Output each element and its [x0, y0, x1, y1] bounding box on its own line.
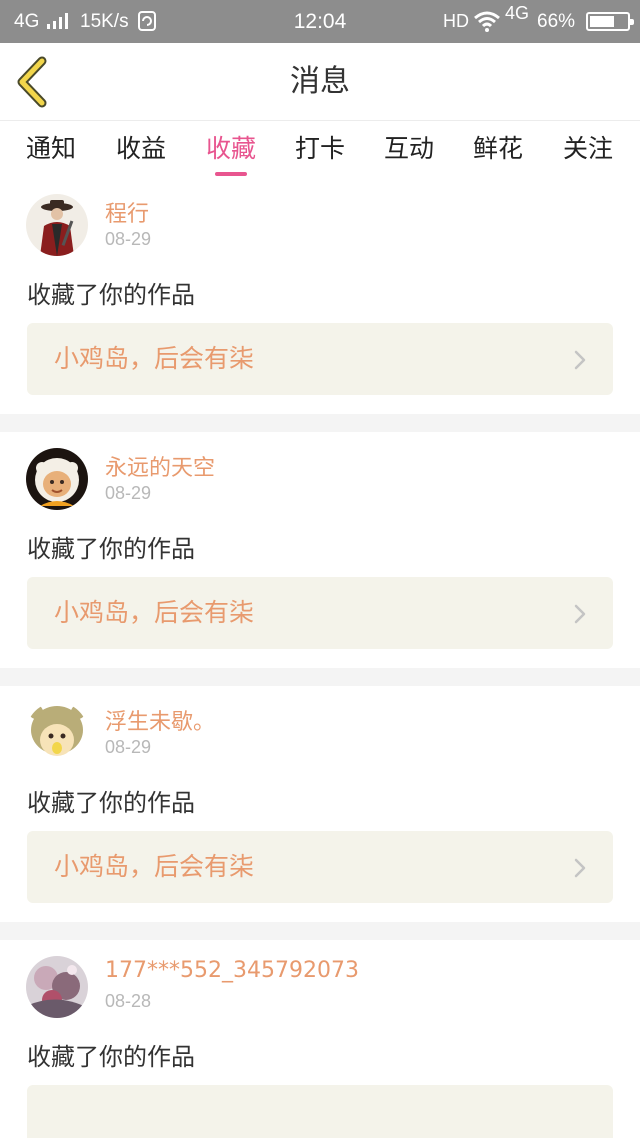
- wifi-icon: [474, 11, 500, 32]
- chevron-left-icon: [17, 56, 47, 108]
- hd-indicator: HD: [443, 11, 469, 31]
- chevron-right-icon: [574, 350, 586, 370]
- avatar[interactable]: [26, 702, 88, 764]
- tab-following[interactable]: 关注: [543, 122, 633, 178]
- tab-bar: 通知 收益 收藏 打卡 互动 鲜花 关注: [0, 122, 640, 178]
- battery-percent: 66%: [537, 11, 576, 32]
- message-date: 08-29: [105, 229, 152, 249]
- tab-checkin[interactable]: 打卡: [275, 122, 365, 178]
- tab-label: 打卡: [294, 134, 345, 163]
- tab-label: 通知: [25, 134, 76, 163]
- tab-earnings[interactable]: 收益: [96, 122, 186, 178]
- avatar[interactable]: [26, 448, 88, 510]
- chevron-right-icon: [574, 604, 586, 624]
- message-date: 08-28: [105, 991, 152, 1011]
- chevron-right-icon: [574, 858, 586, 878]
- username[interactable]: 浮生未歇。: [105, 704, 215, 736]
- list-item: 浮生未歇。 08-29 收藏了你的作品 小鸡岛，后会有柒: [0, 686, 640, 922]
- message-date: 08-29: [105, 737, 152, 757]
- message-text: 收藏了你的作品: [27, 535, 195, 563]
- list-item: 177***552_345792073 08-28 收藏了你的作品: [0, 940, 640, 1138]
- work-title: 小鸡岛，后会有柒: [54, 344, 255, 373]
- tab-label: 关注: [562, 134, 613, 163]
- tab-label: 互动: [383, 134, 434, 163]
- battery-icon: [586, 12, 634, 31]
- back-button[interactable]: [10, 55, 60, 109]
- header-bar: 消息: [0, 43, 640, 121]
- work-title: 小鸡岛，后会有柒: [54, 598, 255, 627]
- message-text: 收藏了你的作品: [27, 1043, 195, 1071]
- username[interactable]: 永远的天空: [105, 450, 215, 482]
- list-item: 程行 08-29 收藏了你的作品 小鸡岛，后会有柒: [0, 178, 640, 414]
- username[interactable]: 177***552_345792073: [105, 958, 359, 983]
- status-bar: 4G 15K/s 12:04 HD 4G 66%: [0, 0, 640, 43]
- message-text: 收藏了你的作品: [27, 789, 195, 817]
- tab-favorites[interactable]: 收藏: [186, 122, 276, 178]
- tab-flowers[interactable]: 鲜花: [453, 122, 543, 178]
- avatar[interactable]: [26, 194, 88, 256]
- message-date: 08-29: [105, 483, 152, 503]
- work-link[interactable]: 小鸡岛，后会有柒: [27, 577, 613, 649]
- divider: [0, 668, 640, 686]
- avatar[interactable]: [26, 956, 88, 1018]
- work-link[interactable]: 小鸡岛，后会有柒: [27, 831, 613, 903]
- tab-notifications[interactable]: 通知: [6, 122, 96, 178]
- divider: [0, 414, 640, 432]
- tab-interactions[interactable]: 互动: [364, 122, 454, 178]
- data-type: 4G: [505, 3, 530, 23]
- divider: [0, 922, 640, 940]
- message-text: 收藏了你的作品: [27, 281, 195, 309]
- page-title: 消息: [290, 64, 350, 99]
- list-item: 永远的天空 08-29 收藏了你的作品 小鸡岛，后会有柒: [0, 432, 640, 668]
- username[interactable]: 程行: [105, 196, 149, 228]
- work-link[interactable]: [27, 1085, 613, 1138]
- active-tab-indicator: [215, 172, 247, 176]
- tab-label: 收益: [115, 134, 166, 163]
- tab-label: 收藏: [205, 134, 256, 163]
- tab-label: 鲜花: [472, 134, 523, 163]
- work-link[interactable]: 小鸡岛，后会有柒: [27, 323, 613, 395]
- work-title: 小鸡岛，后会有柒: [54, 852, 255, 881]
